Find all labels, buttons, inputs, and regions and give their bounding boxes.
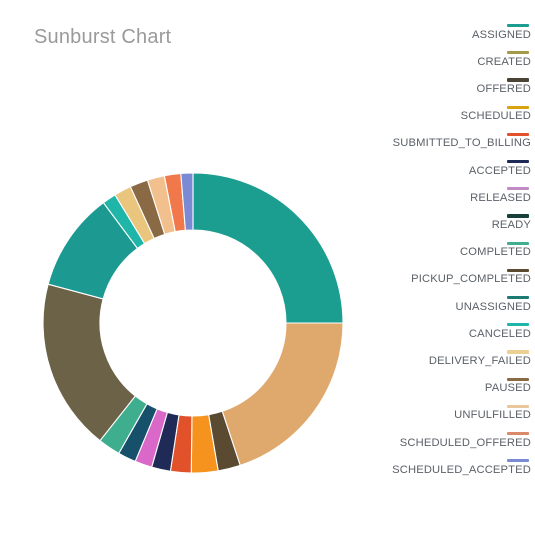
legend-item-label: SCHEDULED [460,110,531,123]
sunburst-chart-figure: Sunburst Chart ASSIGNED CREATED OFFERED SCH… [0,0,535,535]
legend-item[interactable]: PAUSED [484,377,531,405]
legend-item[interactable]: OFFERED [476,78,531,105]
legend-item[interactable]: SUBMITTED_TO_BILLING [392,132,531,160]
chart-legend[interactable]: ASSIGNED CREATED OFFERED SCHEDULED SUBMITTED… [290,14,535,514]
legend-item-label: OFFERED [476,83,531,96]
legend-item[interactable]: DELIVERY_FAILED [429,350,531,377]
legend-swatch-icon [507,350,529,354]
legend-swatch-icon [507,160,529,164]
legend-item-label: PICKUP_COMPLETED [411,273,531,286]
legend-item[interactable]: UNASSIGNED [456,296,531,323]
legend-item[interactable]: SCHEDULED [460,105,531,133]
legend-item[interactable]: ASSIGNED [472,24,531,51]
legend-item-label: SCHEDULED_ACCEPTED [392,463,531,476]
legend-item[interactable]: CREATED [477,51,531,78]
legend-item[interactable]: RELEASED [470,187,531,214]
legend-item-label: UNFULFILLED [454,409,531,422]
legend-item-label: ASSIGNED [471,28,531,41]
legend-swatch-icon [507,323,529,327]
legend-swatch-icon [507,404,529,408]
legend-swatch-icon [507,78,529,82]
legend-item[interactable]: UNFULFILLED [454,404,531,432]
legend-swatch-icon [507,214,529,218]
legend-item-label: UNASSIGNED [455,300,531,313]
legend-item[interactable]: PICKUP_COMPLETED [411,268,531,296]
legend-item-label: SCHEDULED_OFFERED [399,436,531,449]
legend-swatch-icon [507,459,529,463]
legend-swatch-icon [507,105,529,109]
legend-item[interactable]: CANCELED [469,323,531,350]
legend-item-label: RELEASED [470,191,531,204]
legend-swatch-icon [507,132,529,136]
legend-swatch-icon [507,51,529,55]
legend-item[interactable]: SCHEDULED_ACCEPTED [392,459,531,486]
legend-item-label: PAUSED [484,382,531,395]
legend-item[interactable]: ACCEPTED [469,160,531,187]
legend-item-label: DELIVERY_FAILED [428,355,531,368]
legend-item-label: ACCEPTED [468,164,531,177]
legend-swatch-icon [507,241,529,245]
legend-item-label: SUBMITTED_TO_BILLING [392,137,531,150]
legend-swatch-icon [507,377,529,381]
legend-item-label: CREATED [477,55,531,68]
legend-item-label: COMPLETED [460,246,531,259]
page-title: Sunburst Chart [34,26,172,48]
legend-swatch-icon [507,432,529,436]
legend-swatch-icon [507,187,529,191]
legend-item-label: CANCELED [468,327,531,340]
legend-swatch-icon [507,268,529,272]
legend-item[interactable]: SCHEDULED_OFFERED [400,432,531,459]
legend-swatch-icon [507,24,529,28]
legend-item[interactable]: COMPLETED [460,241,531,269]
legend-item-label: READY [491,219,531,232]
legend-item[interactable]: READY [492,214,531,241]
legend-swatch-icon [507,296,529,300]
